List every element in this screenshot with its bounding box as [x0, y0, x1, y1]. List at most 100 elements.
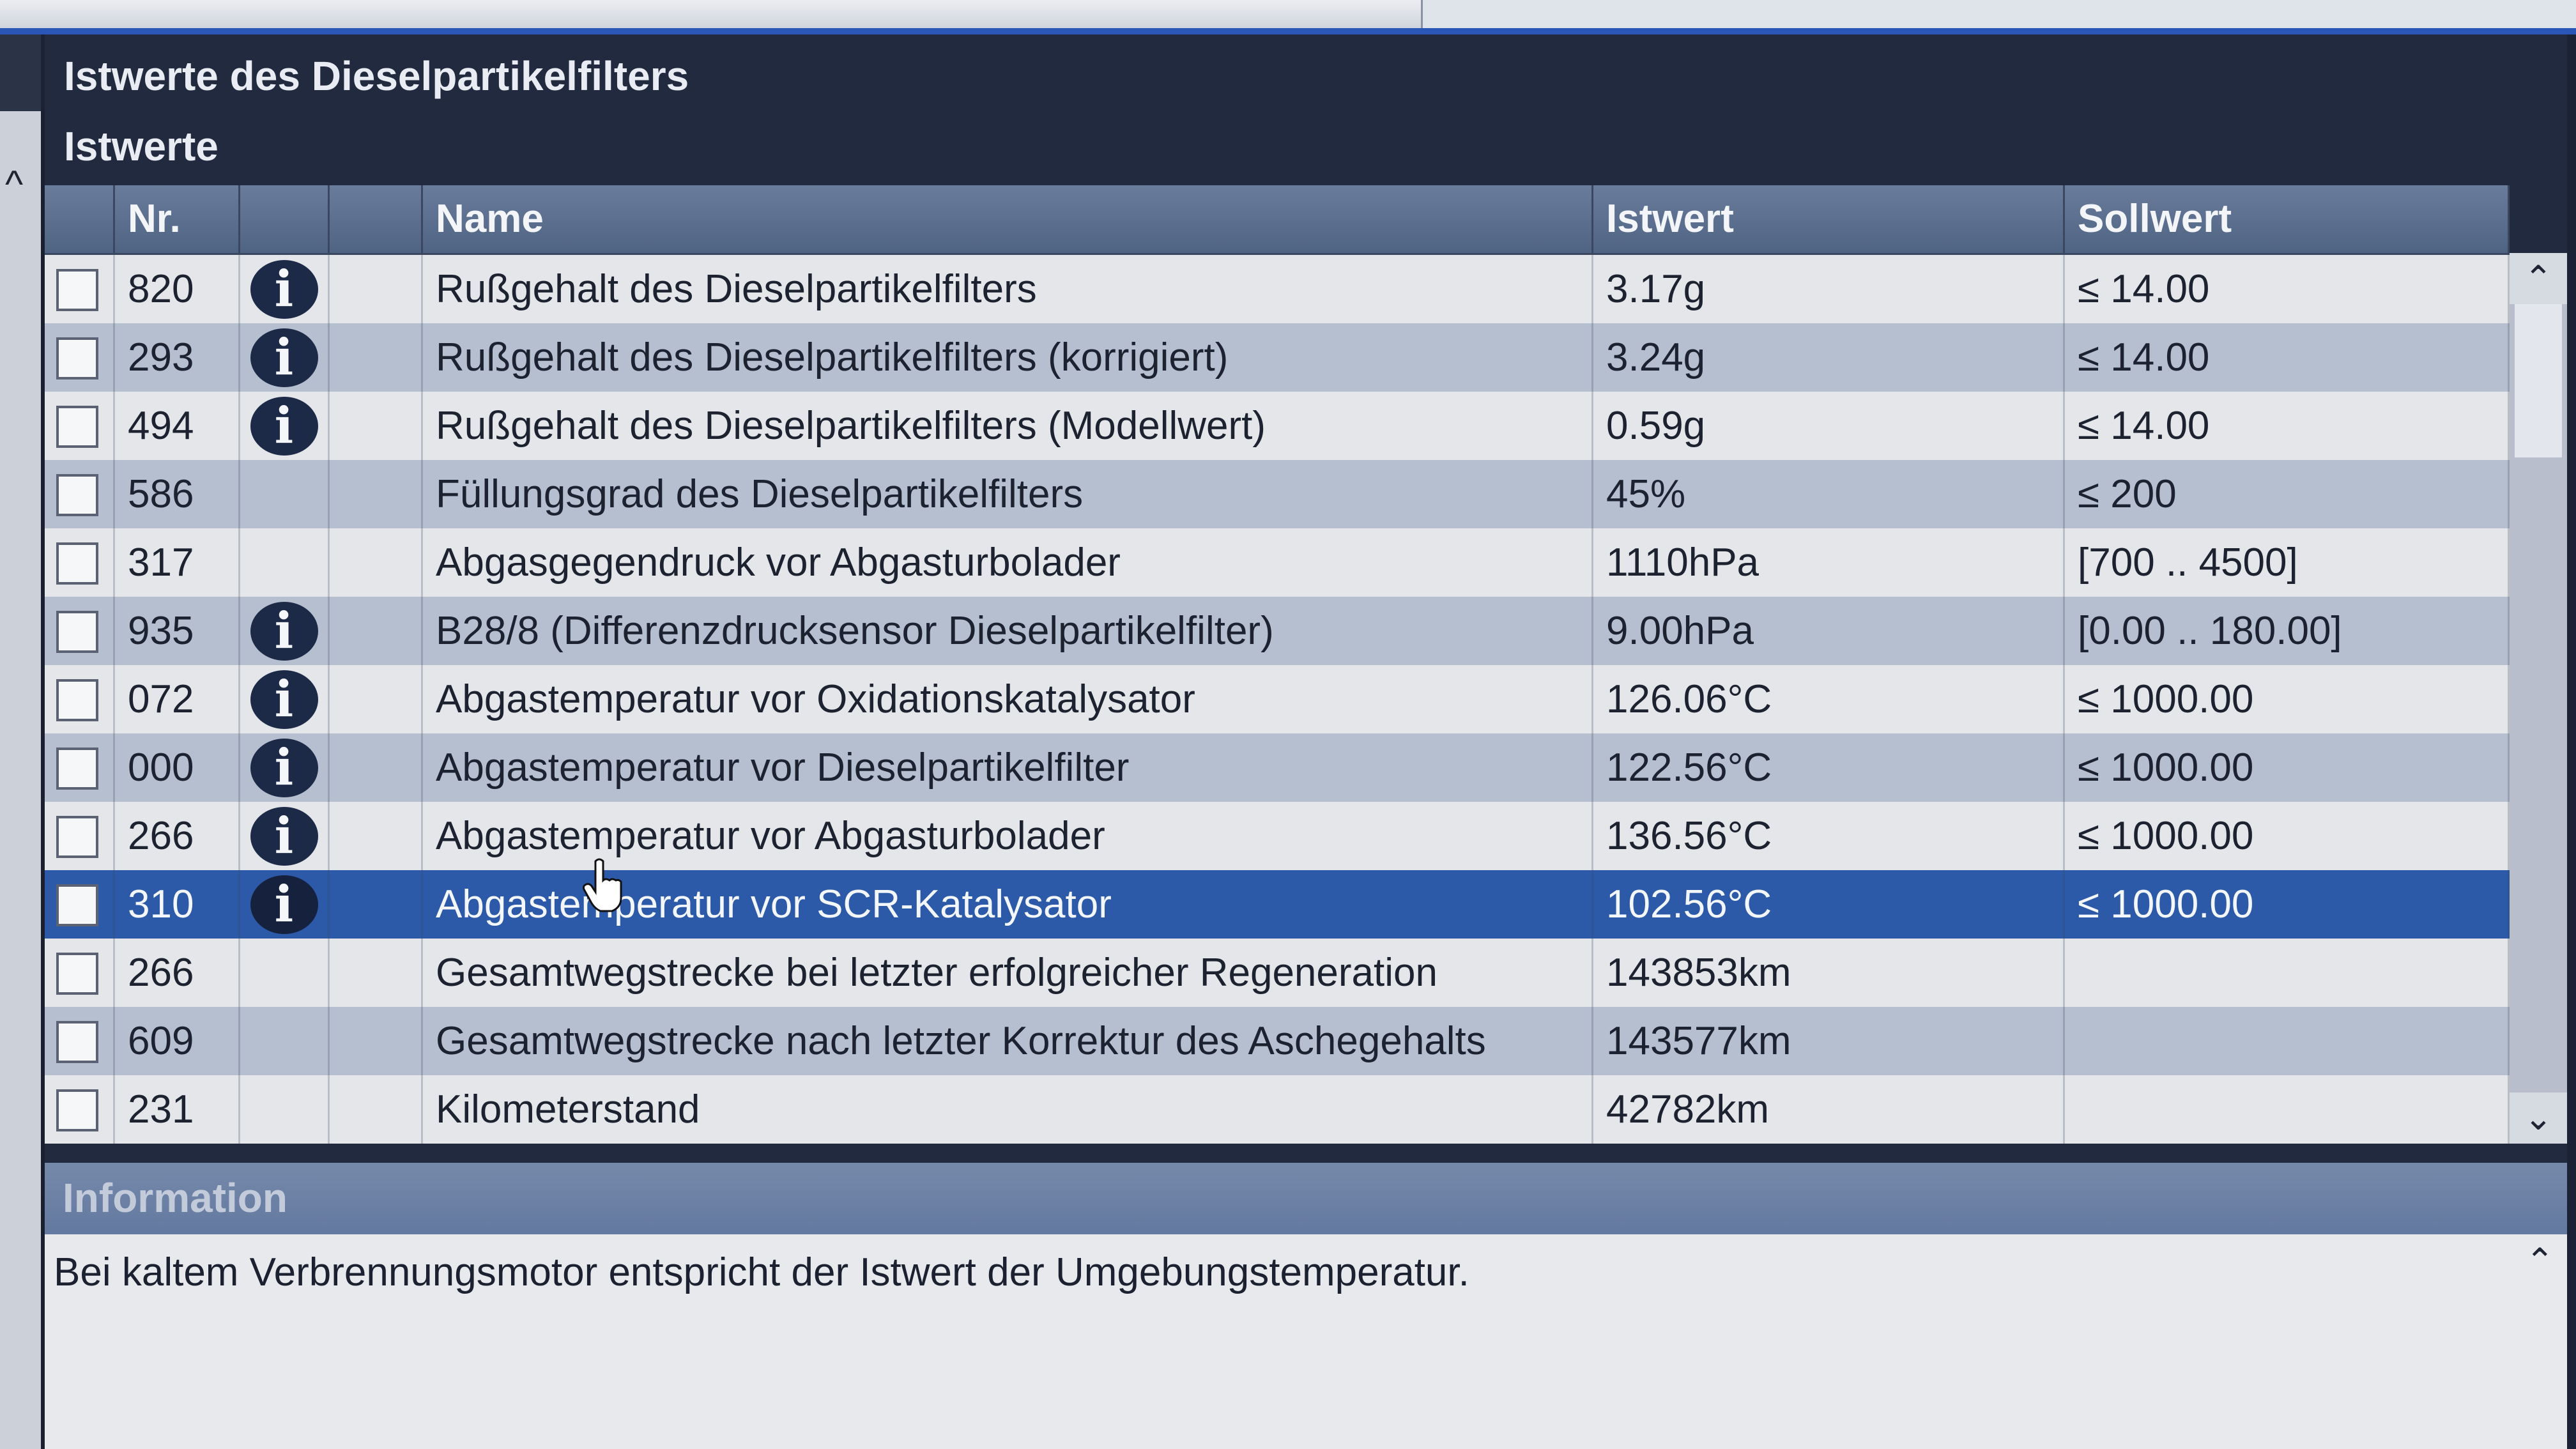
row-name: Rußgehalt des Dieselpartikelfilters (kor… [423, 323, 1593, 392]
left-frame: ^ [0, 34, 45, 1449]
table-row[interactable]: 586 Füllungsgrad des Dieselpartikelfilter… [45, 460, 2510, 528]
table-row[interactable]: 231 Kilometerstand 42782km [45, 1075, 2510, 1144]
row-name: Füllungsgrad des Dieselpartikelfilters [423, 460, 1593, 528]
row-checkbox[interactable] [56, 269, 98, 311]
table-row[interactable]: 609 Gesamtwegstrecke nach letzter Korrekt… [45, 1007, 2510, 1075]
row-sollwert: ≤ 14.00 [2065, 323, 2510, 392]
table-row[interactable]: 000 i Abgastemperatur vor Dieselpartikelfi… [45, 733, 2510, 802]
table-row[interactable]: 494 i Rußgehalt des Dieselpartikelfilters … [45, 392, 2510, 460]
row-checkbox[interactable] [56, 1021, 98, 1063]
header-name[interactable]: Name [423, 185, 1593, 253]
header-gap [330, 185, 423, 253]
table-row[interactable]: 266 Gesamtwegstrecke bei letzter erfolgre… [45, 939, 2510, 1007]
table-row[interactable]: 820 i Rußgehalt des Dieselpartikelfilters 3… [45, 255, 2510, 323]
info-icon[interactable]: i [250, 397, 318, 456]
tab-2[interactable] [204, 0, 564, 28]
scrollbar-thumb[interactable] [2515, 304, 2562, 457]
row-checkbox-cell [45, 392, 115, 460]
row-checkbox[interactable] [56, 953, 98, 995]
row-info-cell [240, 939, 330, 1007]
row-istwert: 1110hPa [1593, 528, 2065, 597]
info-icon[interactable]: i [250, 875, 318, 934]
row-info-cell: i [240, 733, 330, 802]
page-title: Istwerte des Dieselpartikelfilters [64, 53, 689, 99]
top-tab-bar [0, 0, 2576, 34]
info-icon[interactable]: i [250, 602, 318, 661]
table-row[interactable]: 072 i Abgastemperatur vor Oxidationskataly… [45, 665, 2510, 733]
row-nr: 935 [115, 597, 240, 665]
chevron-up-icon[interactable]: ⌃ [2510, 253, 2567, 304]
row-name: Abgastemperatur vor Dieselpartikelfilter [423, 733, 1593, 802]
row-checkbox[interactable] [56, 337, 98, 379]
info-icon[interactable]: i [250, 328, 318, 387]
row-info-cell: i [240, 323, 330, 392]
hand-cursor-icon [583, 858, 622, 912]
row-checkbox[interactable] [56, 542, 98, 585]
row-sollwert: ≤ 14.00 [2065, 392, 2510, 460]
row-istwert: 102.56°C [1593, 870, 2065, 939]
row-info-cell: i [240, 597, 330, 665]
table-row[interactable]: 317 Abgasgegendruck vor Abgasturbolader 11… [45, 528, 2510, 597]
header-nr[interactable]: Nr. [115, 185, 240, 253]
table-row[interactable]: 293 i Rußgehalt des Dieselpartikelfilters … [45, 323, 2510, 392]
row-checkbox[interactable] [56, 1089, 98, 1131]
row-spacer [330, 323, 423, 392]
header-sollwert[interactable]: Sollwert [2065, 185, 2510, 253]
row-checkbox[interactable] [56, 884, 98, 926]
row-nr: 586 [115, 460, 240, 528]
row-istwert: 45% [1593, 460, 2065, 528]
info-icon[interactable]: i [250, 670, 318, 729]
row-nr: 072 [115, 665, 240, 733]
row-spacer [330, 392, 423, 460]
table-row[interactable]: 935 i B28/8 (Differenzdrucksensor Dieselpa… [45, 597, 2510, 665]
row-checkbox[interactable] [56, 747, 98, 790]
chevron-up-icon[interactable]: ⌃ [2526, 1241, 2554, 1281]
table-row-selected[interactable]: 310 i Abgastemperatur vor SCR-Katalysator 1… [45, 870, 2510, 939]
row-sollwert: ≤ 200 [2065, 460, 2510, 528]
row-spacer [330, 870, 423, 939]
chevron-down-icon[interactable]: ⌄ [2510, 1092, 2567, 1144]
chevron-up-icon[interactable]: ^ [5, 162, 23, 206]
row-info-cell [240, 460, 330, 528]
row-info-cell: i [240, 392, 330, 460]
row-sollwert [2065, 1075, 2510, 1144]
row-checkbox[interactable] [56, 679, 98, 721]
row-name: Gesamtwegstrecke nach letzter Korrektur … [423, 1007, 1593, 1075]
row-nr: 310 [115, 870, 240, 939]
tab-1[interactable] [0, 0, 206, 28]
tab-5[interactable] [997, 0, 1190, 28]
row-checkbox-cell [45, 802, 115, 870]
row-checkbox[interactable] [56, 474, 98, 516]
tab-3[interactable] [562, 0, 813, 28]
row-spacer [330, 802, 423, 870]
information-header: Information [45, 1163, 2567, 1234]
row-checkbox[interactable] [56, 611, 98, 653]
info-icon[interactable]: i [250, 260, 318, 319]
row-info-cell: i [240, 665, 330, 733]
row-name: Rußgehalt des Dieselpartikelfilters (Mod… [423, 392, 1593, 460]
row-name: Gesamtwegstrecke bei letzter erfolgreich… [423, 939, 1593, 1007]
row-checkbox[interactable] [56, 406, 98, 448]
row-checkbox-cell [45, 323, 115, 392]
row-istwert: 126.06°C [1593, 665, 2065, 733]
info-icon[interactable]: i [250, 807, 318, 866]
row-istwert: 42782km [1593, 1075, 2065, 1144]
row-istwert: 3.24g [1593, 323, 2065, 392]
row-info-cell [240, 1075, 330, 1144]
table-scrollbar[interactable]: ⌃ ⌄ [2510, 253, 2567, 1144]
header-istwert[interactable]: Istwert [1593, 185, 2065, 253]
info-icon[interactable]: i [250, 739, 318, 797]
row-spacer [330, 597, 423, 665]
tab-6[interactable] [1188, 0, 1423, 28]
row-checkbox-cell [45, 528, 115, 597]
row-info-cell [240, 1007, 330, 1075]
side-collapse-bar[interactable]: ^ [0, 111, 45, 1449]
row-checkbox[interactable] [56, 816, 98, 858]
tab-4[interactable] [811, 0, 999, 28]
row-sollwert: ≤ 1000.00 [2065, 733, 2510, 802]
row-checkbox-cell [45, 1075, 115, 1144]
row-nr: 266 [115, 802, 240, 870]
table-body: 820 i Rußgehalt des Dieselpartikelfilters 3… [45, 255, 2510, 1144]
table-row[interactable]: 266 i Abgastemperatur vor Abgasturbolader 1… [45, 802, 2510, 870]
header-check [45, 185, 115, 253]
